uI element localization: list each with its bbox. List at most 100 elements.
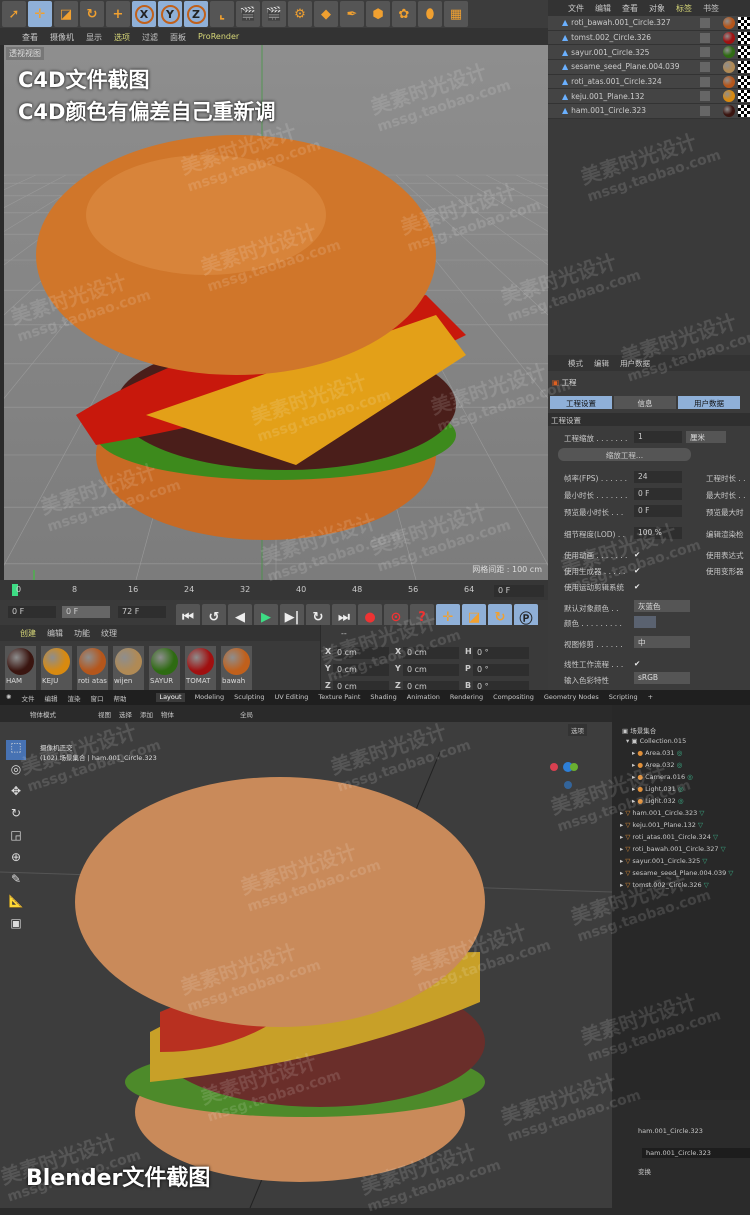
material-swatch[interactable]: roti atas — [77, 646, 108, 690]
material-tag[interactable] — [723, 46, 736, 59]
cube-icon[interactable]: ◆ — [314, 1, 338, 27]
use-generator-checkbox[interactable]: ✔ — [634, 566, 640, 575]
viewport-menu-item[interactable]: 面板 — [170, 32, 186, 45]
deformer-icon[interactable]: ⬮ — [418, 1, 442, 27]
annotate-icon[interactable]: ✎ — [6, 872, 26, 892]
viewport-menu-item[interactable]: 摄像机 — [50, 32, 74, 45]
scale-project-button[interactable]: 缩放工程... — [558, 448, 691, 461]
object-menu-item[interactable]: 文件 — [568, 3, 584, 16]
motion-system-checkbox[interactable]: ✔ — [634, 582, 640, 591]
material-swatch[interactable]: KEJU — [41, 646, 72, 690]
material-menu-item[interactable]: 编辑 — [47, 628, 63, 641]
outliner-row[interactable]: ▸ ▽ roti_bawah.001_Circle.327 ▽ — [620, 845, 726, 857]
material-tag[interactable] — [723, 104, 736, 117]
workspace-tab[interactable]: Compositing — [493, 693, 534, 702]
uv-tag-icon[interactable] — [738, 60, 750, 73]
blender-menu-item[interactable]: 渲染 — [67, 693, 80, 703]
blender-viewport[interactable]: 摄像机正交 (102) 场景集合 | ham.001_Circle.323 选项 — [0, 722, 612, 1208]
workspace-tab[interactable]: Scripting — [609, 693, 638, 702]
coord-field[interactable]: 0 ° — [473, 647, 529, 659]
axis-z-icon[interactable]: Z — [184, 1, 208, 27]
visibility-toggle[interactable] — [700, 61, 711, 72]
object-row[interactable]: ▲ roti_atas.001_Circle.324 — [548, 74, 750, 90]
material-menu-item[interactable]: 功能 — [74, 628, 90, 641]
material-swatch[interactable]: HAM — [5, 646, 36, 690]
workspace-tab[interactable]: UV Editing — [275, 693, 309, 702]
header-menu-item[interactable]: 选择 — [119, 709, 132, 719]
outliner-row[interactable]: ▸ ▽ tomst.002_Circle.326 ▽ — [620, 881, 709, 893]
workspace-tab[interactable]: Shading — [370, 693, 396, 702]
rotate-icon[interactable]: ↻ — [6, 806, 26, 826]
attr-menu-item[interactable]: 编辑 — [594, 358, 609, 371]
timeline[interactable]: 081624324048566472 0 F — [0, 580, 548, 600]
object-menu-item[interactable]: 书签 — [703, 3, 719, 16]
outliner-row[interactable]: ▸ ▽ keju.001_Plane.132 ▽ — [620, 821, 703, 833]
uv-tag-icon[interactable] — [738, 16, 750, 29]
workspace-tab[interactable]: Layout — [156, 693, 185, 702]
floor-icon[interactable]: ▦ — [444, 1, 468, 27]
cloner-icon[interactable]: ✿ — [392, 1, 416, 27]
scene-collection[interactable]: ▣ 场景集合 — [622, 725, 656, 737]
current-frame-field[interactable]: 0 F — [494, 585, 544, 597]
object-menu-item[interactable]: 对象 — [649, 3, 665, 16]
scale-icon[interactable]: ◲ — [6, 828, 26, 848]
object-row[interactable]: ▲ tomst.002_Circle.326 — [548, 30, 750, 46]
linear-workflow-checkbox[interactable]: ✔ — [634, 659, 640, 668]
material-menu-item[interactable]: 创建 — [20, 628, 36, 641]
mode-dropdown[interactable]: 物体模式 — [30, 709, 56, 719]
object-name-field[interactable]: ham.001_Circle.323 — [642, 1148, 750, 1158]
outliner-row[interactable]: ▸ ● Camera.016 ◎ — [632, 773, 693, 785]
preview-min-field[interactable]: 0 F — [634, 505, 682, 517]
workspace-tab[interactable]: Animation — [407, 693, 440, 702]
coord-field[interactable]: 0 cm — [333, 647, 389, 659]
measure-icon[interactable]: 📐 — [6, 894, 26, 914]
move-icon[interactable]: ✛ — [28, 1, 52, 27]
material-tag[interactable] — [723, 16, 736, 29]
attr-tab[interactable]: 工程设置 — [550, 396, 612, 409]
attr-menu-item[interactable]: 用户数据 — [620, 358, 650, 371]
pen-icon[interactable]: ✒ — [340, 1, 364, 27]
coord-icon[interactable]: ⌞ — [210, 1, 234, 27]
preview-frame-field[interactable]: 0 F — [62, 606, 110, 618]
lod-field[interactable]: 100 % — [634, 527, 682, 539]
workspace-tab[interactable]: Modeling — [195, 693, 225, 702]
render-settings-icon[interactable]: ⚙ — [288, 1, 312, 27]
uv-tag-icon[interactable] — [738, 104, 750, 117]
header-menu-item[interactable]: 视图 — [98, 709, 111, 719]
rotate-icon[interactable]: ↻ — [80, 1, 104, 27]
outliner-row[interactable]: ▸ ● Light.031 ◎ — [632, 785, 684, 797]
transform-icon[interactable]: ⊕ — [6, 850, 26, 870]
start-frame-field[interactable]: 0 F — [8, 606, 56, 618]
unit-dropdown[interactable]: 厘米 — [686, 431, 726, 443]
material-menu-item[interactable]: 纹理 — [101, 628, 117, 641]
material-tag[interactable] — [723, 75, 736, 88]
coord-field[interactable]: 0 cm — [403, 664, 459, 676]
add-icon[interactable]: + — [106, 1, 130, 27]
transform-orientation-dropdown[interactable]: 全局 — [240, 709, 253, 719]
add-cube-icon[interactable]: ▣ — [6, 916, 26, 936]
cursor-icon[interactable]: ◎ — [6, 762, 26, 782]
visibility-toggle[interactable] — [700, 105, 711, 116]
options-dropdown[interactable]: 选项 — [568, 724, 587, 736]
view-clip-dropdown[interactable]: 中 — [634, 636, 690, 648]
outliner-row[interactable]: ▸ ▽ roti_atas.001_Circle.324 ▽ — [620, 833, 718, 845]
workspace-tab[interactable]: Geometry Nodes — [544, 693, 599, 702]
visibility-toggle[interactable] — [700, 76, 711, 87]
blender-menu-item[interactable]: 编辑 — [44, 693, 57, 703]
coord-field[interactable]: 0 cm — [403, 647, 459, 659]
coord-field[interactable]: 0 ° — [473, 664, 529, 676]
scale-field[interactable]: 1 — [634, 431, 682, 443]
outliner-row[interactable]: ▸ ● Area.031 ◎ — [632, 749, 682, 761]
render-view-icon[interactable]: 🎬 — [236, 1, 260, 27]
transform-panel[interactable]: 变换 — [638, 1166, 651, 1176]
render-icon[interactable]: 🎬 — [262, 1, 286, 27]
material-swatch[interactable]: TOMAT — [185, 646, 216, 690]
min-time-field[interactable]: 0 F — [634, 488, 682, 500]
blender-menu-item[interactable]: 文件 — [21, 693, 34, 703]
input-color-dropdown[interactable]: sRGB — [634, 672, 690, 684]
collection-row[interactable]: ▾ ▣ Collection.015 — [626, 737, 686, 749]
use-animation-checkbox[interactable]: ✔ — [634, 550, 640, 559]
end-frame-field[interactable]: 72 F — [118, 606, 166, 618]
uv-tag-icon[interactable] — [738, 46, 750, 59]
axis-x-icon[interactable]: X — [132, 1, 156, 27]
